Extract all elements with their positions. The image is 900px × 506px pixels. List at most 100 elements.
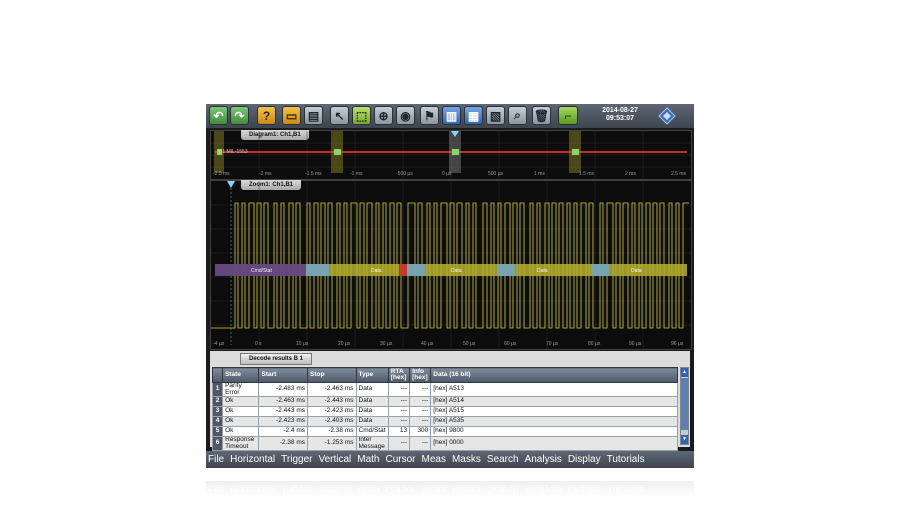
cell-info: --- <box>409 396 432 407</box>
zoom-icon[interactable]: ⊕ <box>374 106 393 125</box>
decode-results-tab[interactable]: Decode results B 1 <box>240 353 313 365</box>
cell-info: --- <box>409 416 432 427</box>
cell-stop: -2.403 ms <box>307 416 357 427</box>
cell-data: [hex] A513 <box>430 382 678 397</box>
help-icon[interactable]: ? <box>257 106 276 125</box>
table-row[interactable]: 1 Parity Error -2.483 ms -2.463 ms Data --- --… <box>211 382 678 397</box>
cell-type: Data <box>355 416 389 427</box>
diagram-x-label: -1.5 ms <box>305 171 322 177</box>
menu-cursor[interactable]: Cursor <box>386 454 416 465</box>
cell-rta: --- <box>387 382 411 397</box>
menu-horizontal[interactable]: Horizontal <box>230 454 275 465</box>
zoom-x-label: 96 µs <box>671 341 684 347</box>
row-index: 5 <box>211 426 224 437</box>
table-row[interactable]: 3 Ok -2.443 ms -2.423 ms Data --- --- [hex] A51… <box>211 406 678 417</box>
zoom-x-label: 60 µs <box>504 341 517 347</box>
measure-icon[interactable]: ◉ <box>396 106 415 125</box>
menu-trigger[interactable]: Trigger <box>281 454 312 465</box>
col-stop[interactable]: Stop <box>307 367 357 383</box>
menu-vertical[interactable]: Vertical <box>318 454 351 465</box>
diagram-x-label: 1.5 ms <box>579 171 595 177</box>
col-info[interactable]: Info [hex] <box>409 367 432 383</box>
select-icon[interactable]: ⬚ <box>352 106 371 125</box>
table-row[interactable]: 2 Ok -2.463 ms -2.443 ms Data --- --- [hex] A51… <box>211 396 678 407</box>
table-row[interactable]: 6 Response Timeout -2.38 ms -1.253 ms Inter … <box>211 436 678 451</box>
zoom-x-label: 30 µs <box>380 341 393 347</box>
decode-results-table[interactable]: State Start Stop Type RTA [hex] Info [he… <box>211 367 678 451</box>
cell-info: --- <box>409 406 432 417</box>
scroll-thumb[interactable] <box>681 378 688 430</box>
cell-type: Inter Message <box>355 436 389 451</box>
diagram-x-label: -1 ms <box>350 171 363 177</box>
col-state[interactable]: State <box>222 367 260 383</box>
trigger-icon[interactable]: ▧ <box>486 106 505 125</box>
cell-stop: -2.38 ms <box>307 426 357 437</box>
mask-icon[interactable]: ▥ <box>442 106 461 125</box>
zoom-x-label: 50 µs <box>463 341 476 347</box>
zoom-x-label: 70 µs <box>546 341 559 347</box>
diagram-pane[interactable]: Diagram1: Ch1,B1 B1:MIL-1553 -2.5 ms -2 m… <box>210 130 692 180</box>
zoom-plot: Cmd/Stat Data Data Data Data <box>211 181 691 349</box>
layout-icon[interactable]: ▤ <box>304 106 323 125</box>
table-header: State Start Stop Type RTA [hex] Info [he… <box>211 367 678 383</box>
menu-meas[interactable]: Meas <box>422 454 446 465</box>
cell-start: -2.423 ms <box>258 416 308 427</box>
cell-info: 300 <box>409 426 432 437</box>
search-icon[interactable]: ⌕ <box>508 106 527 125</box>
cell-state: Ok <box>222 396 260 407</box>
scroll-up-icon[interactable]: ▲ <box>681 368 688 377</box>
mini-wave-icon[interactable]: ⌐ <box>558 106 578 125</box>
cell-state: Parity Error <box>222 382 260 397</box>
col-data[interactable]: Data (16 bit) <box>430 367 678 383</box>
col-rta[interactable]: RTA [hex] <box>387 367 411 383</box>
decode-frame-label: Data <box>537 268 548 274</box>
menu-masks[interactable]: Masks <box>452 454 481 465</box>
table-row[interactable]: 4 Ok -2.423 ms -2.403 ms Data --- --- [hex] A53… <box>211 416 678 427</box>
cursor-icon[interactable]: ⚑ <box>420 106 439 125</box>
decode-frame-label: Data <box>371 268 382 274</box>
delete-icon[interactable]: 🗑 <box>532 106 551 125</box>
diagram-x-label: 0 µs <box>442 171 452 177</box>
cell-info: --- <box>409 436 432 451</box>
zoom-x-label: 20 µs <box>338 341 351 347</box>
table-row[interactable]: 5 Ok -2.4 ms -2.38 ms Cmd/Stat 13 300 [hex] 980… <box>211 426 678 437</box>
decode-frame-label: Data <box>451 268 462 274</box>
decode-segment <box>399 264 407 276</box>
cell-start: -2.4 ms <box>258 426 308 437</box>
cell-data: [hex] 9800 <box>430 426 678 437</box>
menu-search[interactable]: Search <box>487 454 519 465</box>
menu-math[interactable]: Math <box>357 454 379 465</box>
cell-state: Response Timeout <box>222 436 260 451</box>
diagram-x-label: 500 µs <box>488 171 504 177</box>
menu-file[interactable]: File <box>208 454 224 465</box>
open-folder-icon[interactable]: ▭ <box>282 106 301 125</box>
col-start[interactable]: Start <box>258 367 308 383</box>
cell-rta: --- <box>387 436 411 451</box>
undo-icon[interactable]: ↶ <box>209 106 228 125</box>
zoom-pane[interactable]: Zoom1: Ch1,B1 Cmd/Stat Data Data Data Data -… <box>210 180 692 350</box>
row-index: 1 <box>211 382 224 397</box>
cell-rta: --- <box>387 416 411 427</box>
cell-stop: -2.423 ms <box>307 406 357 417</box>
date-label: 2014-08-27 <box>602 107 638 114</box>
decode-frame-label: Cmd/Stat <box>251 268 272 274</box>
bus-label: B1:MIL-1553 <box>219 149 248 155</box>
brand-logo-icon <box>658 107 676 125</box>
diagram-x-label: -2.5 ms <box>213 171 230 177</box>
redo-icon[interactable]: ↷ <box>230 106 249 125</box>
pointer-icon[interactable]: ↖ <box>330 106 349 125</box>
col-index <box>211 367 224 383</box>
menu-bar: File Horizontal Trigger Vertical Math Cursor M… <box>206 451 694 468</box>
cell-data: [hex] A514 <box>430 396 678 407</box>
results-scrollbar[interactable]: ▲ ▼ <box>680 367 689 445</box>
zoom-x-label: -4 µs <box>213 341 225 347</box>
scroll-down-icon[interactable]: ▼ <box>681 435 688 444</box>
menu-display[interactable]: Display <box>568 454 601 465</box>
row-index: 4 <box>211 416 224 427</box>
menu-analysis[interactable]: Analysis <box>525 454 562 465</box>
col-type[interactable]: Type <box>355 367 389 383</box>
cell-type: Data <box>355 406 389 417</box>
menu-tutorials[interactable]: Tutorials <box>607 454 645 465</box>
cell-stop: -1.253 ms <box>307 436 357 451</box>
histogram-icon[interactable]: ▦ <box>464 106 483 125</box>
